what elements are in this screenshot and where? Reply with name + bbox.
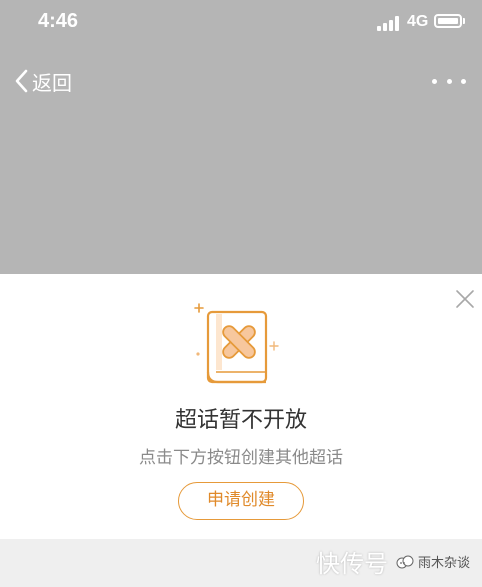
panel-title: 超话暂不开放 (174, 408, 307, 433)
dimmed-background[interactable]: 4:46 4G 返回 (0, 0, 482, 274)
signal-icon (377, 16, 401, 31)
battery-icon (434, 14, 462, 28)
panel-subtitle: 点击下方按钮创建其他超话 (139, 448, 343, 468)
close-icon[interactable] (454, 288, 476, 310)
book-x-icon (194, 303, 279, 384)
back-label: 返回 (32, 70, 72, 95)
screen: 4:46 4G 返回 超话暂不开放 点击下方按钮创建其他超话 申请创建 快传号 … (0, 0, 482, 587)
watermark-text: 快传号 (315, 550, 388, 578)
network-type: 4G (407, 13, 429, 30)
status-time: 4:46 (38, 10, 79, 32)
chevron-left-icon (15, 69, 28, 93)
bottom-strip: 快传号 雨木杂谈 (0, 539, 482, 587)
apply-create-button[interactable]: 申请创建 (178, 482, 304, 520)
watermark-logo-icon (396, 555, 414, 568)
watermark-name: 雨木杂谈 (417, 556, 470, 571)
battery-cap (463, 18, 465, 24)
nav-bar: 返回 (0, 60, 482, 102)
unavailable-panel: 超话暂不开放 点击下方按钮创建其他超话 申请创建 (0, 274, 482, 539)
status-bar: 4:46 4G (0, 0, 482, 46)
back-button[interactable]: 返回 (14, 67, 72, 95)
more-dots-icon[interactable] (432, 72, 466, 90)
watermark: 快传号 雨木杂谈 (316, 544, 470, 579)
